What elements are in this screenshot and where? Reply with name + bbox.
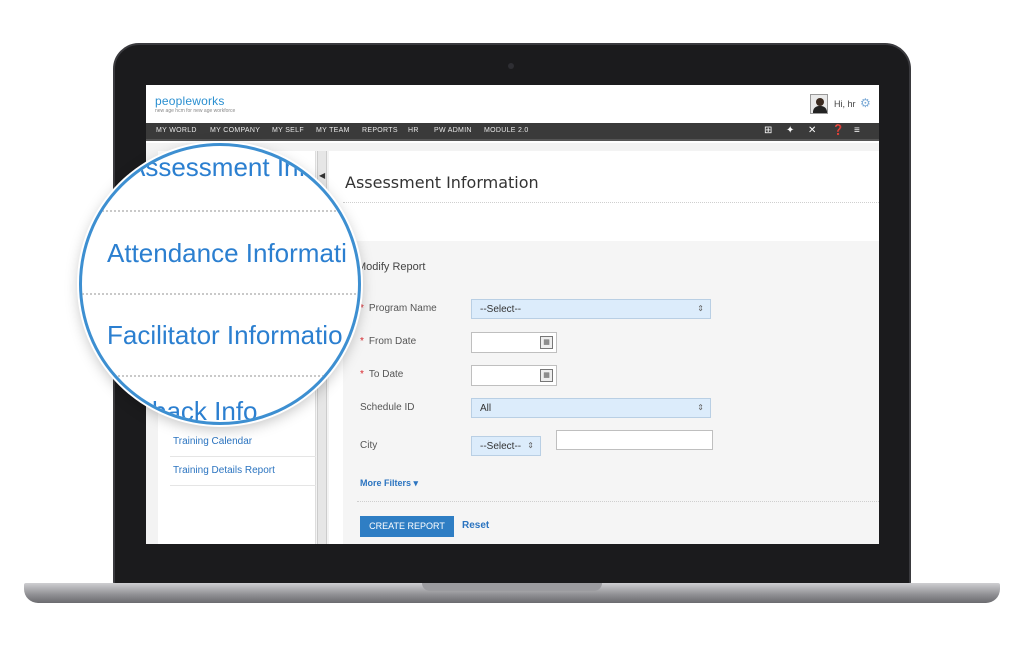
calendar-icon[interactable]: ▦: [540, 336, 553, 349]
select-caret-icon: ⇕: [697, 304, 704, 313]
logo[interactable]: peopleworks: [155, 94, 225, 108]
stage: peopleworks new age hcm for new age work…: [0, 0, 1024, 660]
camera-dot: [508, 63, 514, 69]
required-mark: *: [360, 303, 364, 314]
program-name-select[interactable]: --Select-- ⇕: [471, 299, 711, 319]
nav-my-team[interactable]: MY TEAM: [316, 127, 350, 134]
from-date-label: * From Date: [360, 336, 417, 347]
mag-assessment: Assessment Info: [128, 152, 321, 182]
nav-module-2[interactable]: MODULE 2.0: [484, 127, 529, 134]
calendar-icon[interactable]: ▦: [540, 369, 553, 382]
report-links: Training Calendar Training Details Repor…: [170, 428, 316, 486]
menu-icon[interactable]: ≡: [854, 125, 860, 136]
divider: [357, 501, 879, 502]
settings-gear-icon[interactable]: ⚙: [860, 96, 871, 110]
nav-pw-admin[interactable]: PW ADMIN: [434, 127, 472, 134]
help-icon[interactable]: ❓: [832, 125, 844, 136]
divider: [82, 293, 358, 295]
nav-my-self[interactable]: MY SELF: [272, 127, 304, 134]
to-date-label: * To Date: [360, 369, 404, 380]
avatar[interactable]: [810, 94, 828, 114]
nav-hr[interactable]: HR: [408, 127, 419, 134]
required-mark: *: [360, 336, 364, 347]
mag-facilitator: Facilitator Informatio: [107, 320, 343, 350]
from-date-input[interactable]: ▦: [471, 332, 557, 353]
nav-reports[interactable]: REPORTS: [362, 127, 398, 134]
select-caret-icon: ⇕: [697, 403, 704, 412]
link-training-details-report[interactable]: Training Details Report: [170, 457, 316, 486]
city-text-input[interactable]: [556, 430, 713, 450]
divider: [343, 202, 879, 203]
section-title: Modify Report: [357, 261, 426, 273]
book-icon[interactable]: ⊞: [764, 125, 772, 136]
divider: [82, 210, 358, 212]
mag-feedback: back Info: [152, 396, 258, 425]
city-select[interactable]: --Select-- ⇕: [471, 436, 541, 456]
divider: [82, 375, 358, 377]
nav-my-company[interactable]: MY COMPANY: [210, 127, 260, 134]
reset-button[interactable]: Reset: [462, 520, 489, 531]
link-training-calendar[interactable]: Training Calendar: [170, 428, 316, 457]
main-panel: Assessment Information Modify Report * Pr…: [329, 151, 879, 544]
tagline: new age hcm for new age workforce: [155, 108, 236, 114]
city-label: City: [360, 440, 378, 451]
laptop-notch: [422, 583, 602, 591]
report-form: Modify Report * Program Name --Select-- ⇕ …: [343, 241, 879, 544]
nav-my-world[interactable]: MY WORLD: [156, 127, 197, 134]
schedule-id-label: Schedule ID: [360, 402, 415, 413]
user-greeting[interactable]: Hi, hr: [834, 99, 856, 109]
create-report-button[interactable]: CREATE REPORT: [360, 516, 454, 537]
pin-icon[interactable]: ✦: [786, 125, 794, 136]
select-caret-icon: ⇕: [527, 441, 534, 450]
required-mark: *: [360, 369, 364, 380]
mag-attendance: Attendance Informati: [107, 238, 347, 268]
main-nav: MY WORLD MY COMPANY MY SELF MY TEAM REPO…: [146, 123, 879, 141]
page-title: Assessment Information: [345, 173, 539, 192]
program-name-label: * Program Name: [360, 303, 437, 314]
schedule-id-select[interactable]: All ⇕: [471, 398, 711, 418]
tools-icon[interactable]: ✕: [808, 125, 816, 136]
app-header: peopleworks new age hcm for new age work…: [146, 85, 879, 123]
to-date-input[interactable]: ▦: [471, 365, 557, 386]
magnifier-lens: Assessment Info Attendance Informati Fac…: [79, 143, 361, 425]
more-filters-link[interactable]: More Filters ▾: [360, 478, 418, 489]
